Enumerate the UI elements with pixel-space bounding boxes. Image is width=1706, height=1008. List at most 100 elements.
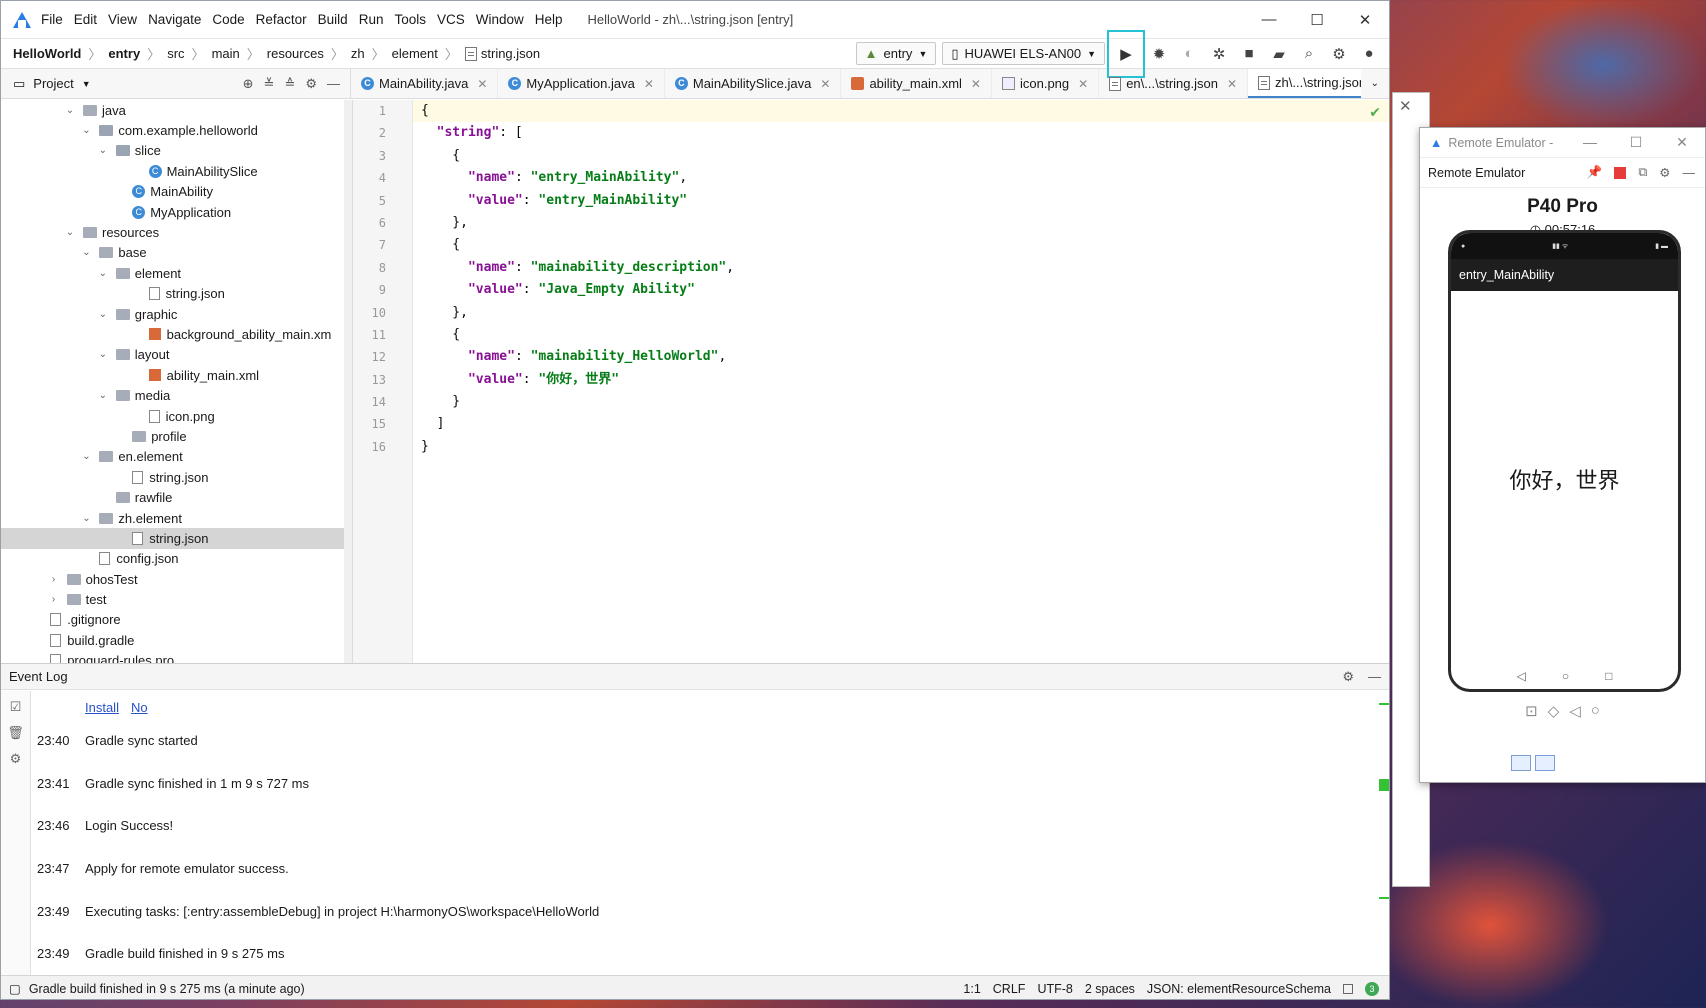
close-tab-icon[interactable]: ✕ [1078, 77, 1088, 91]
code-line[interactable]: { [413, 100, 1389, 123]
breadcrumb-item[interactable]: HelloWorld [13, 46, 81, 61]
tree-node[interactable]: string.json [1, 528, 352, 549]
code-line[interactable]: { [413, 324, 1389, 346]
debug-button[interactable]: ✹ [1147, 42, 1171, 66]
tree-node[interactable]: string.json [1, 284, 352, 304]
tree-node[interactable]: C MainAbility [1, 182, 352, 202]
code-line[interactable]: "string": [ [413, 122, 1389, 144]
minimize-icon[interactable]: — [1567, 134, 1613, 151]
code-editor[interactable]: 1 2 3 4 5 6 7 8 9 10 11 12 13 14 15 16 { "string": [ { … [353, 100, 1389, 663]
json-schema[interactable]: JSON: elementResourceSchema [1147, 982, 1331, 996]
rotate-icon[interactable]: ◇ [1548, 702, 1560, 720]
close-icon[interactable]: ✕ [1659, 134, 1705, 151]
tree-node[interactable]: ⌄ com.example.helloworld [1, 120, 352, 140]
menu-item-window[interactable]: Window [476, 12, 524, 27]
editor-tab[interactable]: en\...\string.json ✕ [1099, 69, 1249, 98]
project-panel-header[interactable]: ▭ Project ▼ ⊕ ≚ ≙ ⚙ — [1, 69, 351, 98]
code-line[interactable]: "name": "mainability_description", [413, 257, 1389, 279]
search-button[interactable]: ⌕ [1297, 42, 1321, 66]
close-icon[interactable]: ✕ [1399, 97, 1412, 115]
expanded-arrow-icon[interactable]: ⌄ [79, 513, 93, 524]
tree-node[interactable]: .gitignore [1, 610, 352, 630]
tree-node[interactable]: ⌄ element [1, 263, 352, 283]
menu-item-file[interactable]: File [41, 12, 63, 27]
code-line[interactable]: { [413, 234, 1389, 256]
code-line[interactable]: "name": "entry_MainAbility", [413, 167, 1389, 189]
expanded-arrow-icon[interactable]: ⌄ [96, 145, 110, 156]
stop-button[interactable]: ■ [1237, 42, 1261, 66]
menu-item-help[interactable]: Help [535, 12, 563, 27]
project-structure-button[interactable]: ▰ [1267, 42, 1291, 66]
list-view-button[interactable] [1511, 755, 1531, 771]
gear-icon[interactable]: ⚙ [1659, 165, 1670, 180]
minimize-icon[interactable]: — [1245, 11, 1293, 29]
collapsed-arrow-icon[interactable]: › [47, 594, 61, 605]
menu-item-navigate[interactable]: Navigate [148, 12, 201, 27]
locate-icon[interactable]: ⊕ [243, 76, 254, 92]
tree-node[interactable]: C MyApplication [1, 202, 352, 222]
tree-node[interactable]: string.json [1, 467, 352, 487]
settings-icon[interactable]: ⚙ [10, 751, 22, 767]
expanded-arrow-icon[interactable]: ⌄ [79, 247, 93, 258]
settings-button[interactable]: ⚙ [1327, 42, 1351, 66]
menu-item-run[interactable]: Run [359, 12, 384, 27]
breadcrumb-item[interactable]: zh [351, 46, 365, 61]
menu-item-view[interactable]: View [108, 12, 137, 27]
gear-icon[interactable]: ⚙ [1342, 669, 1354, 685]
pin-icon[interactable]: 📌 [1587, 165, 1603, 180]
run-button[interactable]: ▶ [1107, 29, 1145, 78]
close-tab-icon[interactable]: ✕ [1227, 77, 1237, 91]
editor-tab[interactable]: C MainAbilitySlice.java ✕ [665, 69, 842, 98]
gear-icon[interactable]: ⚙ [305, 76, 317, 92]
expanded-arrow-icon[interactable]: ⌄ [96, 268, 110, 279]
expanded-arrow-icon[interactable]: ⌄ [96, 309, 110, 320]
tree-node[interactable]: build.gradle [1, 630, 352, 650]
tree-node[interactable]: config.json [1, 549, 352, 569]
menu-item-edit[interactable]: Edit [74, 12, 97, 27]
run-config-select[interactable]: ▲ entry ▼ [855, 42, 937, 65]
editor-tab[interactable]: ability_main.xml ✕ [841, 69, 992, 98]
menu-item-code[interactable]: Code [212, 12, 244, 27]
install-link[interactable]: Install [85, 700, 119, 715]
lock-icon[interactable] [1343, 983, 1353, 994]
tree-node[interactable]: › test [1, 589, 352, 609]
breadcrumb-item[interactable]: main [212, 46, 240, 61]
caret-position[interactable]: 1:1 [963, 982, 980, 996]
hide-icon[interactable]: — [1368, 669, 1381, 685]
maximize-icon[interactable]: ☐ [1613, 134, 1659, 151]
back-nav-icon[interactable]: ◁ [1517, 669, 1526, 683]
editor-tab[interactable]: icon.png ✕ [992, 69, 1100, 98]
breadcrumb-item[interactable]: element [392, 46, 438, 61]
home-nav-icon[interactable]: ○ [1562, 669, 1569, 683]
tree-node[interactable]: ⌄ resources [1, 222, 352, 242]
tree-node[interactable]: background_ability_main.xm [1, 324, 352, 344]
back-icon[interactable]: ◁ [1569, 702, 1581, 720]
menu-item-refactor[interactable]: Refactor [256, 12, 307, 27]
no-link[interactable]: No [131, 700, 148, 715]
line-separator[interactable]: CRLF [993, 982, 1026, 996]
breadcrumb-item[interactable]: entry [108, 46, 140, 61]
expand-all-icon[interactable]: ≚ [264, 76, 275, 92]
expanded-arrow-icon[interactable]: ⌄ [79, 451, 93, 462]
expanded-arrow-icon[interactable]: ⌄ [63, 227, 77, 238]
tree-node[interactable]: rawfile [1, 487, 352, 507]
recent-nav-icon[interactable]: □ [1605, 669, 1612, 683]
tree-scrollbar[interactable] [344, 100, 352, 663]
code-line[interactable]: "value": "Java_Empty Ability" [413, 279, 1389, 301]
device-select[interactable]: ▯ HUAWEI ELS-AN00 ▼ [942, 42, 1105, 65]
code-line[interactable]: "value": "entry_MainAbility" [413, 190, 1389, 212]
editor-tab[interactable]: zh\...\string.json✕ [1248, 69, 1361, 98]
editor-tab[interactable]: C MyApplication.java ✕ [498, 69, 665, 98]
expanded-arrow-icon[interactable]: ⌄ [96, 349, 110, 360]
file-encoding[interactable]: UTF-8 [1037, 982, 1072, 996]
menu-item-tools[interactable]: Tools [394, 12, 426, 27]
menu-item-vcs[interactable]: VCS [437, 12, 465, 27]
tree-node[interactable]: C MainAbilitySlice [1, 161, 352, 181]
close-tab-icon[interactable]: ✕ [971, 77, 981, 91]
tree-node[interactable]: ⌄ java [1, 100, 352, 120]
indent-setting[interactable]: 2 spaces [1085, 982, 1135, 996]
tree-node[interactable]: ⌄ slice [1, 141, 352, 161]
mark-read-icon[interactable]: ☑ [10, 699, 22, 715]
breadcrumb-item[interactable]: string.json [481, 46, 540, 61]
hide-icon[interactable]: — [327, 76, 340, 92]
